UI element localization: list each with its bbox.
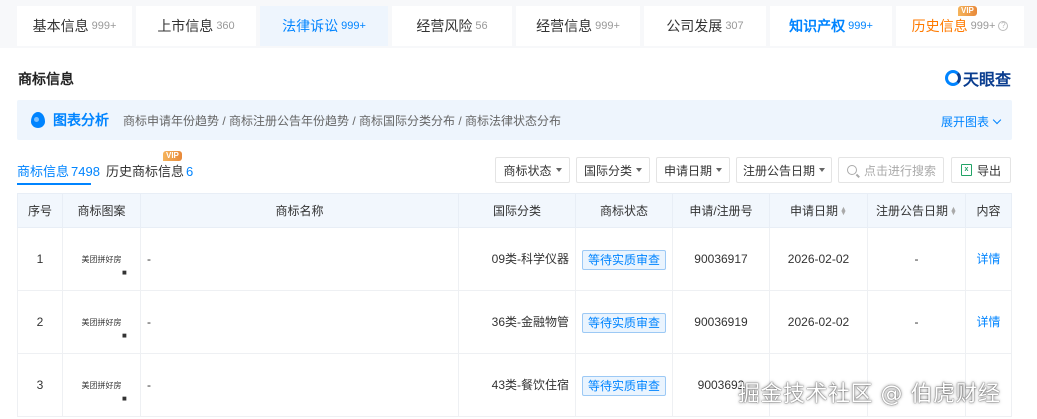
- cell-class: 36类-金融物管: [459, 291, 576, 353]
- filter-apply-date[interactable]: 申请日期: [656, 157, 730, 183]
- header-logo: 商标图案: [63, 194, 141, 228]
- table-row: 2 美团拼好房 ■ - 36类-金融物管 等待实质审查 90036919 202…: [17, 291, 1012, 354]
- subtab-history-trademark[interactable]: 历史商标信息 6: [106, 161, 193, 180]
- cell-name: -: [141, 291, 459, 353]
- cell-name: -: [141, 228, 459, 290]
- header-class: 国际分类: [459, 194, 576, 228]
- status-badge: 等待实质审查: [581, 249, 666, 270]
- cell-reg-no: 90036917: [673, 228, 770, 290]
- tab-litigation[interactable]: 法律诉讼 999+: [260, 6, 388, 46]
- filter-intl-class[interactable]: 国际分类: [576, 157, 650, 183]
- header-no: 序号: [18, 194, 63, 228]
- header-apply-date[interactable]: 申请日期 ▲ ▼: [770, 194, 868, 228]
- brand-name: 天眼查: [962, 72, 1011, 89]
- top-tab-bar: 基本信息 999+ 上市信息 360 法律诉讼 999+ 经营风险 56 经营信息 999…: [0, 0, 1037, 48]
- status-badge: 等待实质审查: [581, 312, 666, 333]
- detail-link[interactable]: 详情: [976, 315, 1000, 329]
- cell-no: 1: [18, 228, 63, 290]
- trademark-logo[interactable]: 美团拼好房 ■: [63, 354, 141, 416]
- caret-down-icon: [716, 168, 722, 172]
- chevron-down-icon: [992, 115, 1002, 124]
- detail-link[interactable]: 详情: [976, 252, 1000, 266]
- caret-down-icon: [555, 168, 562, 172]
- search-placeholder: 点击进行搜索: [864, 163, 937, 178]
- cell-no: 3: [18, 354, 63, 416]
- cell-status: 等待实质审查: [576, 354, 673, 416]
- tab-company-development[interactable]: 公司发展 307: [644, 6, 766, 46]
- cell-reg-date: -: [868, 291, 966, 353]
- filter-reg-date[interactable]: 注册公告日期: [736, 157, 832, 183]
- section-title: 商标信息: [18, 71, 74, 87]
- brand-logo: 天眼查: [944, 66, 1011, 90]
- vip-badge: VIP: [163, 151, 182, 161]
- header-reg-no: 申请/注册号: [673, 194, 770, 228]
- cell-name: -: [141, 354, 459, 416]
- subtab-trademark-info[interactable]: 商标信息 7498: [17, 161, 100, 180]
- tab-listing-info[interactable]: 上市信息 360: [136, 6, 256, 46]
- cell-status: 等待实质审查: [576, 291, 673, 353]
- filter-trademark-status[interactable]: 商标状态: [495, 157, 570, 183]
- cell-apply-date: 2026-02-02: [770, 291, 868, 353]
- table-header: 序号 商标图案 商标名称 国际分类 商标状态 申请/注册号 申请日期 ▲ ▼ 注册公…: [17, 193, 1012, 228]
- vip-badge: VIP: [958, 6, 977, 16]
- export-button[interactable]: x 导出: [951, 157, 1011, 183]
- tianyancha-logo-icon: [944, 70, 961, 86]
- trademark-logo[interactable]: 美团拼好房 ■: [63, 228, 141, 290]
- cell-apply-date: 2026-02-02: [770, 228, 868, 290]
- caret-down-icon: [819, 168, 825, 172]
- cell-reg-date: -: [868, 228, 966, 290]
- sort-icon[interactable]: ▲ ▼: [840, 206, 847, 217]
- active-subtab-indicator: [17, 183, 91, 185]
- trademark-logo[interactable]: 美团拼好房 ■: [63, 291, 141, 353]
- chart-analysis-bar: 图表分析 商标申请年份趋势 / 商标注册公告年份趋势 / 商标国际分类分布 / …: [17, 100, 1012, 140]
- sort-icon[interactable]: ▲ ▼: [950, 206, 957, 217]
- header-name: 商标名称: [141, 194, 459, 228]
- chart-analysis-icon: [31, 112, 45, 128]
- tab-business-risk[interactable]: 经营风险 56: [392, 6, 512, 46]
- tab-intellectual-property[interactable]: 知识产权 999+: [770, 6, 892, 46]
- table-row: 1 美团拼好房 ■ - 09类-科学仪器 等待实质审查 90036917 202…: [17, 228, 1012, 291]
- caret-down-icon: [636, 168, 642, 172]
- header-content: 内容: [976, 204, 1001, 218]
- status-badge: 等待实质审查: [581, 375, 666, 396]
- cell-no: 2: [18, 291, 63, 353]
- cell-status: 等待实质审查: [576, 228, 673, 290]
- tab-basic-info[interactable]: 基本信息 999+: [17, 6, 132, 46]
- cell-reg-no: 90036919: [673, 291, 770, 353]
- chart-analysis-title: 图表分析: [53, 112, 109, 128]
- search-input[interactable]: 点击进行搜索: [838, 157, 944, 183]
- tab-business-info[interactable]: 经营信息 999+: [516, 6, 640, 46]
- excel-icon: x: [960, 164, 972, 176]
- cell-content: 详情: [966, 291, 1011, 353]
- help-icon[interactable]: ?: [998, 21, 1009, 31]
- chart-analysis-links[interactable]: 商标申请年份趋势 / 商标注册公告年份趋势 / 商标国际分类分布 / 商标法律状…: [123, 112, 561, 129]
- header-status: 商标状态: [576, 194, 673, 228]
- cell-class: 43类-餐饮住宿: [459, 354, 576, 416]
- search-icon: [847, 165, 857, 175]
- cell-class: 09类-科学仪器: [459, 228, 576, 290]
- watermark-text: 掘金技术社区 @ 伯虎财经: [738, 382, 1001, 407]
- header-reg-date[interactable]: 注册公告日期 ▲ ▼: [868, 194, 966, 228]
- expand-charts-link[interactable]: 展开图表: [941, 113, 1002, 130]
- cell-content: 详情: [966, 228, 1011, 290]
